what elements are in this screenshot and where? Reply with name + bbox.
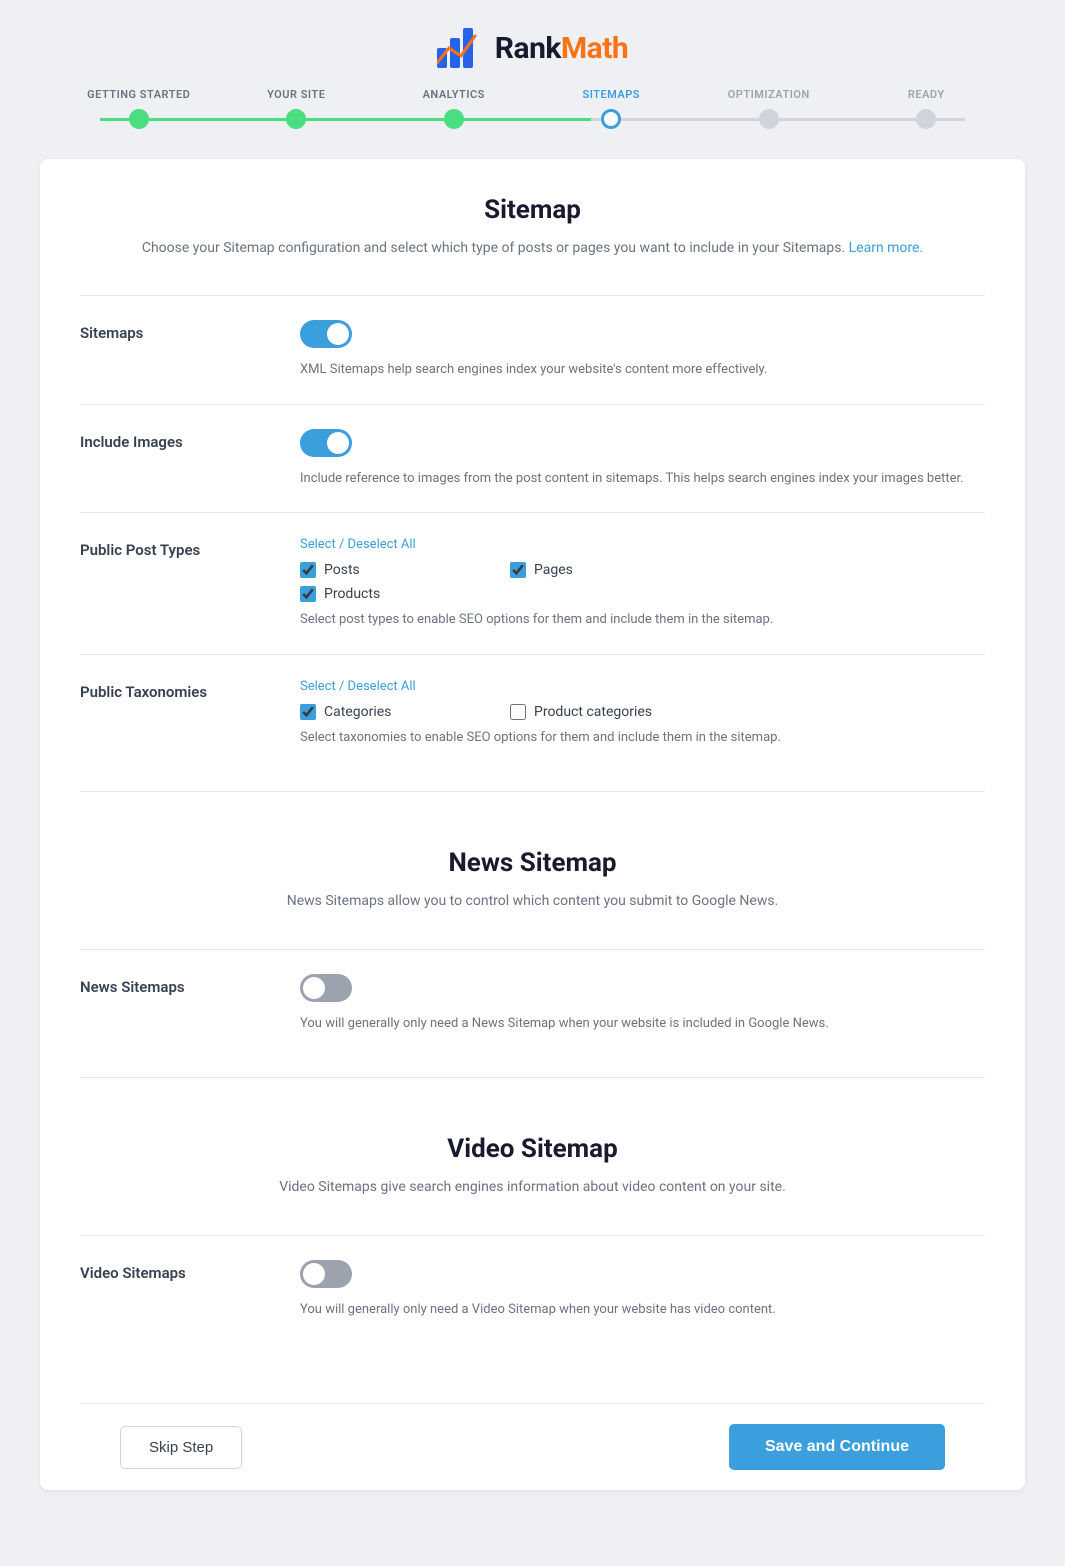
news-sitemaps-desc: You will generally only need a News Site… — [300, 1014, 985, 1034]
progress-bar: GETTING STARTED YOUR SITE ANALYTICS SITE… — [0, 88, 1065, 159]
include-images-desc: Include reference to images from the pos… — [300, 469, 985, 489]
taxonomies-select-deselect[interactable]: Select / Deselect All — [300, 679, 985, 694]
public-post-types-content: Select / Deselect All Posts Pages Produc… — [300, 537, 985, 630]
step-circle-your-site — [286, 109, 306, 129]
video-sitemaps-row: Video Sitemaps You will generally only n… — [80, 1235, 985, 1344]
progress-steps: GETTING STARTED YOUR SITE ANALYTICS SITE… — [60, 88, 1005, 129]
post-type-pages: Pages — [510, 562, 700, 578]
news-sitemaps-label: News Sitemaps — [80, 974, 300, 996]
sitemap-description: Choose your Sitemap configuration and se… — [80, 237, 985, 259]
video-sitemaps-toggle[interactable] — [300, 1260, 352, 1288]
step-optimization: OPTIMIZATION — [690, 88, 848, 129]
step-label-analytics: ANALYTICS — [423, 88, 485, 101]
news-settings-area: News Sitemaps You will generally only ne… — [40, 949, 1025, 1058]
sitemaps-desc: XML Sitemaps help search engines index y… — [300, 360, 985, 380]
sitemaps-label: Sitemaps — [80, 320, 300, 342]
sitemaps-row: Sitemaps XML Sitemaps help search engine… — [80, 295, 985, 404]
sitemap-section-header: Sitemap Choose your Sitemap configuratio… — [40, 159, 1025, 295]
rankmath-logo-icon — [437, 28, 485, 68]
taxonomy-product-categories: Product categories — [510, 704, 700, 720]
public-taxonomies-content: Select / Deselect All Categories Product… — [300, 679, 985, 748]
step-ready: READY — [848, 88, 1006, 129]
step-sitemaps: SITEMAPS — [533, 88, 691, 129]
step-your-site: YOUR SITE — [218, 88, 376, 129]
taxonomy-product-categories-checkbox[interactable] — [510, 704, 526, 720]
step-circle-analytics — [444, 109, 464, 129]
post-type-products: Products — [300, 586, 490, 602]
video-settings-area: Video Sitemaps You will generally only n… — [40, 1235, 1025, 1344]
post-type-posts: Posts — [300, 562, 490, 578]
step-circle-getting-started — [129, 109, 149, 129]
sitemaps-toggle[interactable] — [300, 320, 352, 348]
logo: RankMath — [437, 28, 628, 68]
public-taxonomies-row: Public Taxonomies Select / Deselect All … — [80, 654, 985, 772]
step-circle-optimization — [759, 109, 779, 129]
taxonomy-categories-checkbox[interactable] — [300, 704, 316, 720]
news-sitemap-title: News Sitemap — [80, 848, 985, 878]
video-sitemaps-label: Video Sitemaps — [80, 1260, 300, 1282]
news-section-header: News Sitemap News Sitemaps allow you to … — [40, 812, 1025, 948]
post-type-products-checkbox[interactable] — [300, 586, 316, 602]
step-analytics: ANALYTICS — [375, 88, 533, 129]
include-images-toggle-knob — [327, 432, 349, 454]
video-sitemaps-content: You will generally only need a Video Sit… — [300, 1260, 985, 1320]
footer: Skip Step Save and Continue — [80, 1403, 985, 1490]
include-images-toggle[interactable] — [300, 429, 352, 457]
divider-2 — [80, 1077, 985, 1078]
divider-1 — [80, 791, 985, 792]
save-continue-button[interactable]: Save and Continue — [729, 1424, 945, 1470]
public-taxonomies-desc: Select taxonomies to enable SEO options … — [300, 728, 985, 748]
public-post-types-label: Public Post Types — [80, 537, 300, 559]
news-sitemaps-row: News Sitemaps You will generally only ne… — [80, 949, 985, 1058]
taxonomy-categories: Categories — [300, 704, 490, 720]
public-post-types-desc: Select post types to enable SEO options … — [300, 610, 985, 630]
public-taxonomies-label: Public Taxonomies — [80, 679, 300, 701]
news-sitemaps-toggle[interactable] — [300, 974, 352, 1002]
post-type-posts-label: Posts — [324, 562, 360, 578]
sitemaps-toggle-knob — [327, 323, 349, 345]
step-label-optimization: OPTIMIZATION — [728, 88, 810, 101]
video-sitemaps-desc: You will generally only need a Video Sit… — [300, 1300, 985, 1320]
taxonomy-product-categories-label: Product categories — [534, 704, 652, 720]
sitemap-settings-area: Sitemaps XML Sitemaps help search engine… — [40, 295, 1025, 771]
step-label-getting-started: GETTING STARTED — [87, 88, 190, 101]
video-sitemap-title: Video Sitemap — [80, 1134, 985, 1164]
video-sitemaps-toggle-knob — [303, 1263, 325, 1285]
video-sitemap-description: Video Sitemaps give search engines infor… — [80, 1176, 985, 1198]
news-sitemap-description: News Sitemaps allow you to control which… — [80, 890, 985, 912]
include-images-content: Include reference to images from the pos… — [300, 429, 985, 489]
news-sitemaps-toggle-knob — [303, 977, 325, 999]
include-images-label: Include Images — [80, 429, 300, 451]
step-getting-started: GETTING STARTED — [60, 88, 218, 129]
post-types-select-deselect[interactable]: Select / Deselect All — [300, 537, 985, 552]
step-circle-sitemaps — [601, 109, 621, 129]
news-sitemaps-content: You will generally only need a News Site… — [300, 974, 985, 1034]
taxonomy-categories-label: Categories — [324, 704, 391, 720]
sitemaps-content: XML Sitemaps help search engines index y… — [300, 320, 985, 380]
post-type-posts-checkbox[interactable] — [300, 562, 316, 578]
post-type-pages-label: Pages — [534, 562, 573, 578]
bottom-spacer — [40, 1343, 1025, 1403]
step-label-sitemaps: SITEMAPS — [582, 88, 640, 101]
logo-text: RankMath — [495, 31, 628, 66]
public-post-types-row: Public Post Types Select / Deselect All … — [80, 512, 985, 654]
taxonomies-checkbox-grid: Categories Product categories — [300, 704, 700, 720]
sitemap-title: Sitemap — [80, 195, 985, 225]
step-label-ready: READY — [908, 88, 945, 101]
skip-step-button[interactable]: Skip Step — [120, 1426, 242, 1469]
sitemap-learn-more-link[interactable]: Learn more. — [849, 240, 924, 256]
header: RankMath — [0, 0, 1065, 88]
post-type-pages-checkbox[interactable] — [510, 562, 526, 578]
video-section-header: Video Sitemap Video Sitemaps give search… — [40, 1098, 1025, 1234]
main-card: Sitemap Choose your Sitemap configuratio… — [40, 159, 1025, 1490]
post-type-products-label: Products — [324, 586, 380, 602]
post-types-checkbox-grid: Posts Pages Products — [300, 562, 700, 602]
step-label-your-site: YOUR SITE — [267, 88, 325, 101]
step-circle-ready — [916, 109, 936, 129]
include-images-row: Include Images Include reference to imag… — [80, 404, 985, 513]
